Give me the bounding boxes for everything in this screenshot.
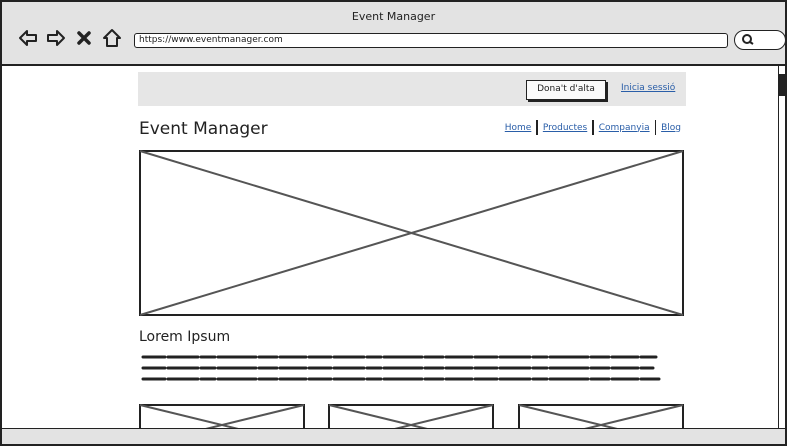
signup-button[interactable]: Dona't d'alta — [526, 80, 606, 100]
thumbnail-placeholder — [328, 404, 494, 430]
login-link[interactable]: Inicia sessió — [621, 83, 675, 93]
thumbnail-placeholder — [139, 404, 305, 430]
browser-nav-icons — [18, 26, 122, 50]
nav-link-companyia[interactable]: Companyia — [594, 123, 655, 133]
main-nav: Home Productes Companyia Blog — [500, 120, 686, 135]
scrollbar-thumb[interactable] — [779, 74, 785, 96]
hero-image-placeholder — [139, 150, 684, 316]
vertical-scrollbar[interactable] — [778, 66, 785, 430]
page-content: Dona't d'alta Inicia sessió Event Manage… — [2, 66, 783, 430]
home-icon[interactable] — [102, 28, 122, 48]
browser-titlebar: Event Manager https://www.eventmanager.c… — [2, 2, 786, 66]
browser-search-button[interactable] — [734, 30, 786, 50]
forward-arrow-icon[interactable] — [46, 28, 66, 48]
body-text-placeholder — [141, 355, 661, 381]
nav-link-productes[interactable]: Productes — [538, 123, 592, 133]
browser-status-bar — [2, 428, 785, 444]
nav-link-blog[interactable]: Blog — [656, 123, 686, 133]
nav-link-home[interactable]: Home — [500, 123, 537, 133]
section-title: Lorem Ipsum — [139, 329, 231, 345]
address-bar[interactable]: https://www.eventmanager.com — [134, 33, 728, 48]
close-x-icon[interactable] — [74, 28, 94, 48]
back-arrow-icon[interactable] — [18, 28, 38, 48]
top-header-bar: Dona't d'alta Inicia sessió — [138, 72, 686, 106]
thumbnail-placeholder — [518, 404, 684, 430]
site-brand: Event Manager — [139, 119, 268, 139]
browser-window: Event Manager https://www.eventmanager.c… — [0, 0, 787, 446]
window-title: Event Manager — [351, 10, 436, 23]
